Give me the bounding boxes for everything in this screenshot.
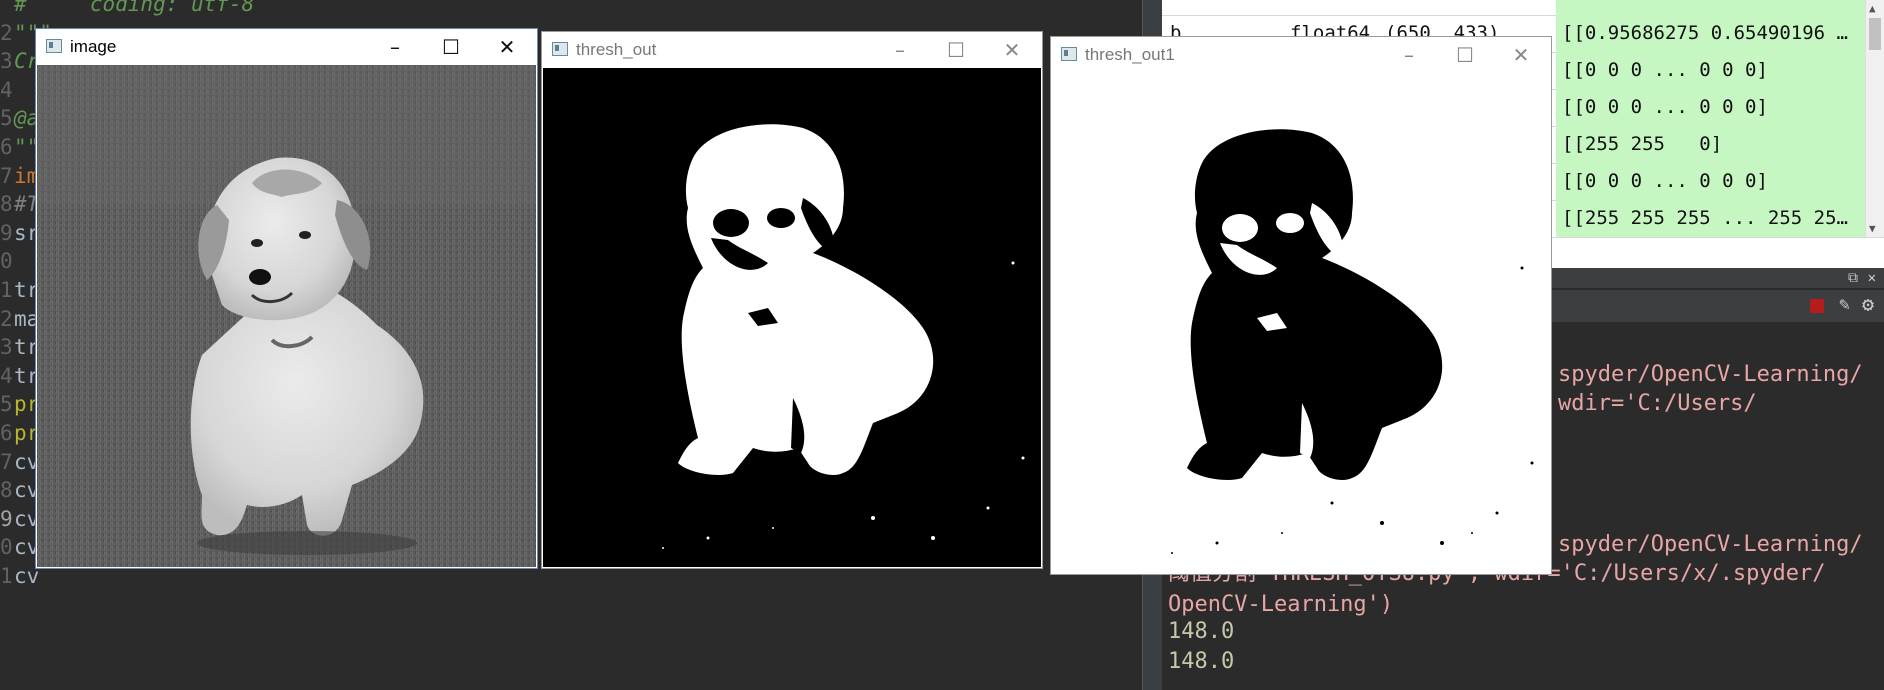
window-titlebar[interactable]: thresh_out – ☐ ✕ xyxy=(542,32,1042,68)
window-title: thresh_out1 xyxy=(1085,45,1175,64)
line-number: 0 xyxy=(0,535,13,560)
code-text: # coding: utf-8 xyxy=(14,0,255,16)
close-button[interactable]: ✕ xyxy=(1493,37,1549,73)
window-title: image xyxy=(70,37,117,56)
window-icon xyxy=(1061,47,1077,61)
line-number: 9 xyxy=(0,220,13,245)
variable-name xyxy=(1170,0,1290,15)
close-button[interactable]: ✕ xyxy=(984,32,1040,68)
line-number: 1 xyxy=(0,564,13,588)
line-number: 3 xyxy=(0,335,13,360)
line-number: 7 xyxy=(0,163,13,188)
line-number: 5 xyxy=(0,106,13,131)
variable-value: [[255 255 0] xyxy=(1556,126,1866,163)
variable-value xyxy=(1556,0,1866,15)
clear-console-icon[interactable]: ✎ xyxy=(1839,294,1850,315)
console-toolbar: ✎ ⚙ xyxy=(1550,290,1884,322)
code-line[interactable]: # coding: utf-8 xyxy=(0,0,254,18)
console-output-line: wdir='C:/Users/ xyxy=(1558,391,1757,416)
variable-value: [[0 0 0 ... 0 0 0] xyxy=(1556,52,1866,89)
line-number: 0 xyxy=(0,249,13,274)
close-button[interactable]: ✕ xyxy=(479,29,535,65)
code-line[interactable]: 0 xyxy=(0,247,14,275)
line-number: 2 xyxy=(0,20,13,45)
image-window[interactable]: image – ☐ ✕ xyxy=(35,28,538,569)
code-line[interactable]: 5@a xyxy=(0,104,39,132)
code-line[interactable]: 1cv xyxy=(0,562,39,590)
minimize-button[interactable]: – xyxy=(367,29,423,65)
gear-icon[interactable]: ⚙ xyxy=(1862,292,1874,316)
minimize-button[interactable]: – xyxy=(1381,37,1437,73)
code-line[interactable]: 4 xyxy=(0,76,14,104)
code-line[interactable]: 8#T xyxy=(0,190,39,218)
line-number: 9 xyxy=(0,506,13,531)
code-line[interactable]: 6pr xyxy=(0,419,39,447)
code-line[interactable]: 3Cr xyxy=(0,47,39,75)
code-line[interactable]: 9sr xyxy=(0,219,39,247)
code-line[interactable]: 1tr xyxy=(0,276,39,304)
binary-threshold-image xyxy=(543,68,1041,567)
code-line[interactable]: 6"" xyxy=(0,133,39,161)
maximize-button[interactable]: ☐ xyxy=(1437,37,1493,73)
scroll-down-icon[interactable]: ▼ xyxy=(1869,222,1876,235)
line-number: 1 xyxy=(0,278,13,302)
variable-value: [[0.95686275 0.65490196 … xyxy=(1556,15,1866,52)
line-number: 5 xyxy=(0,392,13,417)
line-number: 7 xyxy=(0,449,13,474)
console-output-line: spyder/OpenCV-Learning/ xyxy=(1558,532,1863,557)
maximize-button[interactable]: ☐ xyxy=(928,32,984,68)
line-number: 6 xyxy=(0,421,13,445)
window-title: thresh_out xyxy=(576,40,657,59)
line-number: 6 xyxy=(0,135,13,159)
code-line[interactable]: 0cv xyxy=(0,533,39,561)
variable-value: [[255 255 255 ... 255 25… xyxy=(1556,200,1866,237)
line-number: 8 xyxy=(0,192,13,217)
panel-titlebar: ⧉ ✕ xyxy=(1550,268,1884,288)
code-line[interactable]: 4tr xyxy=(0,362,39,390)
code-line[interactable]: 9cv xyxy=(0,505,39,533)
stop-icon[interactable] xyxy=(1810,299,1824,313)
variable-value: [[0 0 0 ... 0 0 0] xyxy=(1556,89,1866,126)
thresh-out-window[interactable]: thresh_out – ☐ ✕ xyxy=(541,31,1043,569)
code-line[interactable]: 7im xyxy=(0,162,39,190)
grayscale-dog-image xyxy=(37,65,536,567)
code-line[interactable]: 2ma xyxy=(0,305,39,333)
code-line[interactable]: 5pr xyxy=(0,390,39,418)
line-number: 4 xyxy=(0,77,13,102)
variable-value: [[0 0 0 ... 0 0 0] xyxy=(1556,163,1866,200)
console-output-line: 148.0 xyxy=(1168,619,1235,644)
scroll-up-icon[interactable]: ▲ xyxy=(1869,2,1876,15)
undock-icon[interactable]: ⧉ xyxy=(1848,268,1858,288)
line-number: 3 xyxy=(0,49,13,74)
console-output-line: 148.0 xyxy=(1168,649,1235,674)
code-line[interactable]: 8cv xyxy=(0,476,39,504)
variable-type xyxy=(1290,0,1385,15)
window-titlebar[interactable]: thresh_out1 – ☐ ✕ xyxy=(1051,37,1551,73)
line-number: 2 xyxy=(0,306,13,331)
variable-explorer-scrollbar[interactable]: ▲ ▼ xyxy=(1865,0,1884,237)
window-icon xyxy=(46,39,62,53)
thresh-out1-window[interactable]: thresh_out1 – ☐ ✕ xyxy=(1050,36,1552,575)
window-titlebar[interactable]: image – ☐ ✕ xyxy=(36,29,537,65)
code-line[interactable]: 7cv xyxy=(0,448,39,476)
maximize-button[interactable]: ☐ xyxy=(423,29,479,65)
inverted-binary-threshold-image xyxy=(1052,73,1550,573)
code-line[interactable]: 3tr xyxy=(0,333,39,361)
window-icon xyxy=(552,42,568,56)
close-pane-icon[interactable]: ✕ xyxy=(1868,268,1876,288)
minimize-button[interactable]: – xyxy=(872,32,928,68)
console-output-line: spyder/OpenCV-Learning/ xyxy=(1558,362,1863,387)
line-number: 8 xyxy=(0,478,13,503)
line-number: 4 xyxy=(0,363,13,388)
console-output-line: OpenCV-Learning') xyxy=(1168,592,1394,617)
scrollbar-thumb[interactable] xyxy=(1869,18,1881,50)
variable-size xyxy=(1385,0,1518,15)
variable-row[interactable] xyxy=(1162,0,1884,16)
